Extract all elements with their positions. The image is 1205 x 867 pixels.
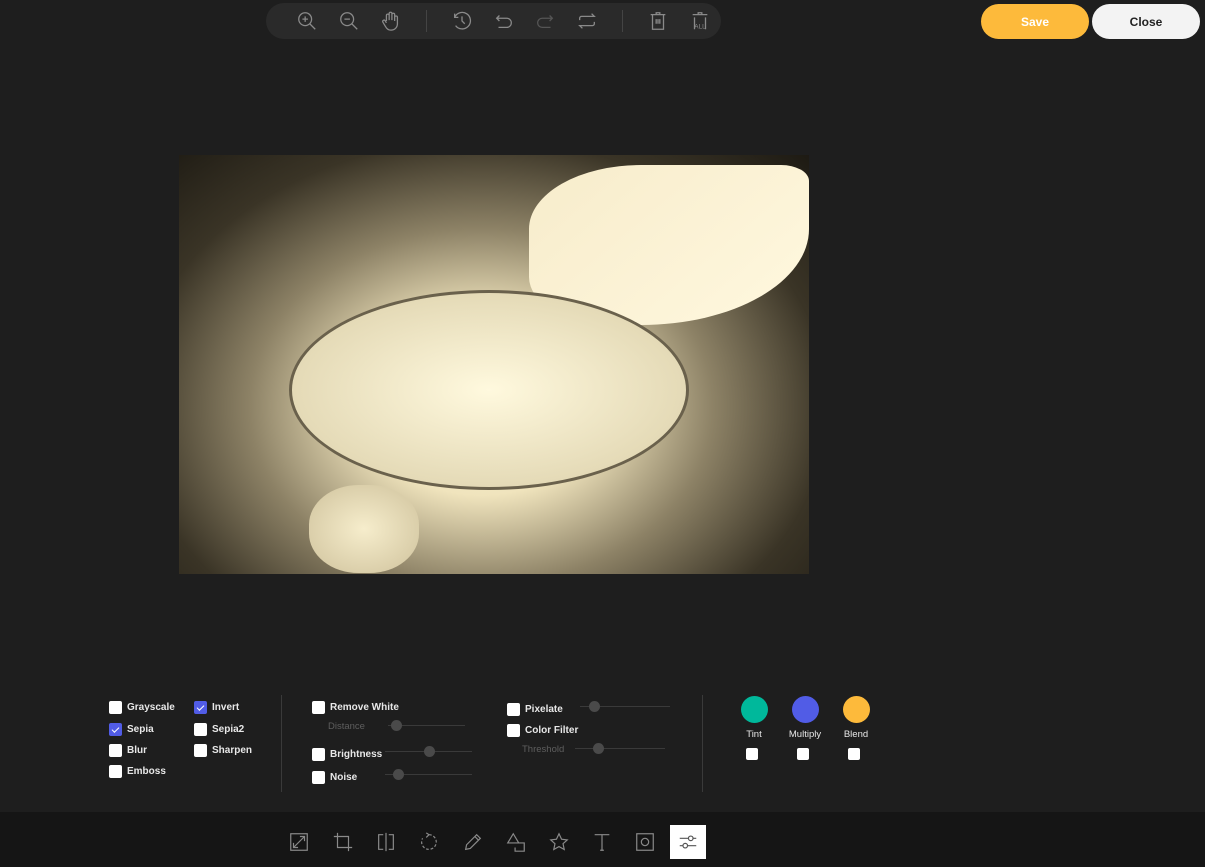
distance-slider[interactable] bbox=[388, 720, 465, 731]
checkbox-box[interactable] bbox=[194, 744, 207, 757]
top-toolbar: ALL bbox=[266, 3, 721, 39]
delete-all-icon[interactable]: ALL bbox=[689, 9, 712, 33]
shape-icon[interactable] bbox=[498, 825, 534, 859]
filter-icon[interactable] bbox=[670, 825, 706, 859]
close-button[interactable]: Close bbox=[1092, 4, 1200, 39]
checkbox-box[interactable] bbox=[194, 701, 207, 714]
tint-label: Tint bbox=[746, 729, 762, 740]
slider-knob[interactable] bbox=[390, 720, 402, 731]
divider bbox=[622, 10, 624, 32]
threshold-label: Threshold bbox=[522, 744, 565, 755]
checkbox-box[interactable] bbox=[109, 765, 122, 778]
hand-icon[interactable] bbox=[379, 9, 402, 33]
checkbox-box[interactable] bbox=[312, 771, 325, 784]
image-plate bbox=[289, 290, 689, 490]
checkbox-box[interactable] bbox=[194, 723, 207, 736]
undo-icon[interactable] bbox=[492, 9, 515, 33]
label: Pixelate bbox=[525, 704, 563, 715]
divider bbox=[702, 695, 703, 792]
multiply-checkbox[interactable] bbox=[797, 748, 809, 760]
sepia2-checkbox[interactable]: Sepia2 bbox=[194, 723, 244, 736]
noise-slider[interactable] bbox=[385, 769, 472, 780]
svg-text:ALL: ALL bbox=[694, 23, 706, 30]
image-bowl bbox=[309, 485, 419, 573]
label: Invert bbox=[212, 702, 240, 713]
crop-icon[interactable] bbox=[325, 825, 361, 859]
divider bbox=[425, 10, 427, 32]
zoom-out-icon[interactable] bbox=[337, 9, 360, 33]
label: Blur bbox=[127, 745, 147, 756]
checkbox-box[interactable] bbox=[312, 701, 325, 714]
blend-label: Blend bbox=[843, 729, 869, 740]
slider-knob[interactable] bbox=[592, 743, 604, 754]
label: Grayscale bbox=[127, 702, 175, 713]
canvas-image[interactable] bbox=[179, 155, 809, 574]
checkbox-box[interactable] bbox=[507, 724, 520, 737]
text-icon[interactable] bbox=[584, 825, 620, 859]
sepia-checkbox[interactable]: Sepia bbox=[109, 723, 154, 736]
mask-icon[interactable] bbox=[627, 825, 663, 859]
label: Brightness bbox=[330, 749, 383, 760]
brightness-slider[interactable] bbox=[385, 746, 472, 757]
checkbox-box[interactable] bbox=[312, 748, 325, 761]
divider bbox=[281, 695, 282, 792]
slider-knob[interactable] bbox=[393, 769, 405, 780]
label: Color Filter bbox=[525, 725, 579, 736]
checkbox-box[interactable] bbox=[507, 703, 520, 716]
pixelate-slider[interactable] bbox=[580, 701, 670, 712]
pixelate-checkbox[interactable]: Pixelate bbox=[507, 703, 563, 716]
draw-icon[interactable] bbox=[455, 825, 491, 859]
noise-checkbox[interactable]: Noise bbox=[312, 771, 357, 784]
brightness-checkbox[interactable]: Brightness bbox=[312, 748, 382, 761]
reset-icon[interactable] bbox=[576, 9, 599, 33]
multiply-label: Multiply bbox=[788, 729, 822, 740]
zoom-in-icon[interactable] bbox=[296, 9, 319, 33]
star-icon[interactable] bbox=[541, 825, 577, 859]
label: Emboss bbox=[127, 766, 166, 777]
label: Sepia bbox=[127, 724, 154, 735]
rotate-icon[interactable] bbox=[411, 825, 447, 859]
grayscale-checkbox[interactable]: Grayscale bbox=[109, 701, 175, 714]
blend-color-swatch[interactable] bbox=[843, 696, 870, 723]
label: Sepia2 bbox=[212, 724, 245, 735]
color-filter-checkbox[interactable]: Color Filter bbox=[507, 724, 578, 737]
tint-color-swatch[interactable] bbox=[741, 696, 768, 723]
redo-icon[interactable] bbox=[534, 9, 557, 33]
slider-knob[interactable] bbox=[423, 746, 435, 757]
emboss-checkbox[interactable]: Emboss bbox=[109, 765, 166, 778]
distance-label: Distance bbox=[328, 721, 365, 732]
resize-icon[interactable] bbox=[281, 825, 317, 859]
flip-icon[interactable] bbox=[368, 825, 404, 859]
tint-checkbox[interactable] bbox=[746, 748, 758, 760]
label: Noise bbox=[330, 772, 358, 783]
history-icon[interactable] bbox=[450, 9, 473, 33]
checkbox-box[interactable] bbox=[109, 744, 122, 757]
label: Remove White bbox=[330, 702, 399, 713]
remove-white-checkbox[interactable]: Remove White bbox=[312, 701, 399, 714]
save-button[interactable]: Save bbox=[981, 4, 1089, 39]
threshold-slider[interactable] bbox=[575, 743, 665, 754]
checkbox-box[interactable] bbox=[109, 723, 122, 736]
slider-knob[interactable] bbox=[588, 701, 600, 712]
checkbox-box[interactable] bbox=[109, 701, 122, 714]
invert-checkbox[interactable]: Invert bbox=[194, 701, 239, 714]
blend-checkbox[interactable] bbox=[848, 748, 860, 760]
label: Sharpen bbox=[212, 745, 253, 756]
sharpen-checkbox[interactable]: Sharpen bbox=[194, 744, 252, 757]
multiply-color-swatch[interactable] bbox=[792, 696, 819, 723]
delete-icon[interactable] bbox=[647, 9, 670, 33]
blur-checkbox[interactable]: Blur bbox=[109, 744, 147, 757]
